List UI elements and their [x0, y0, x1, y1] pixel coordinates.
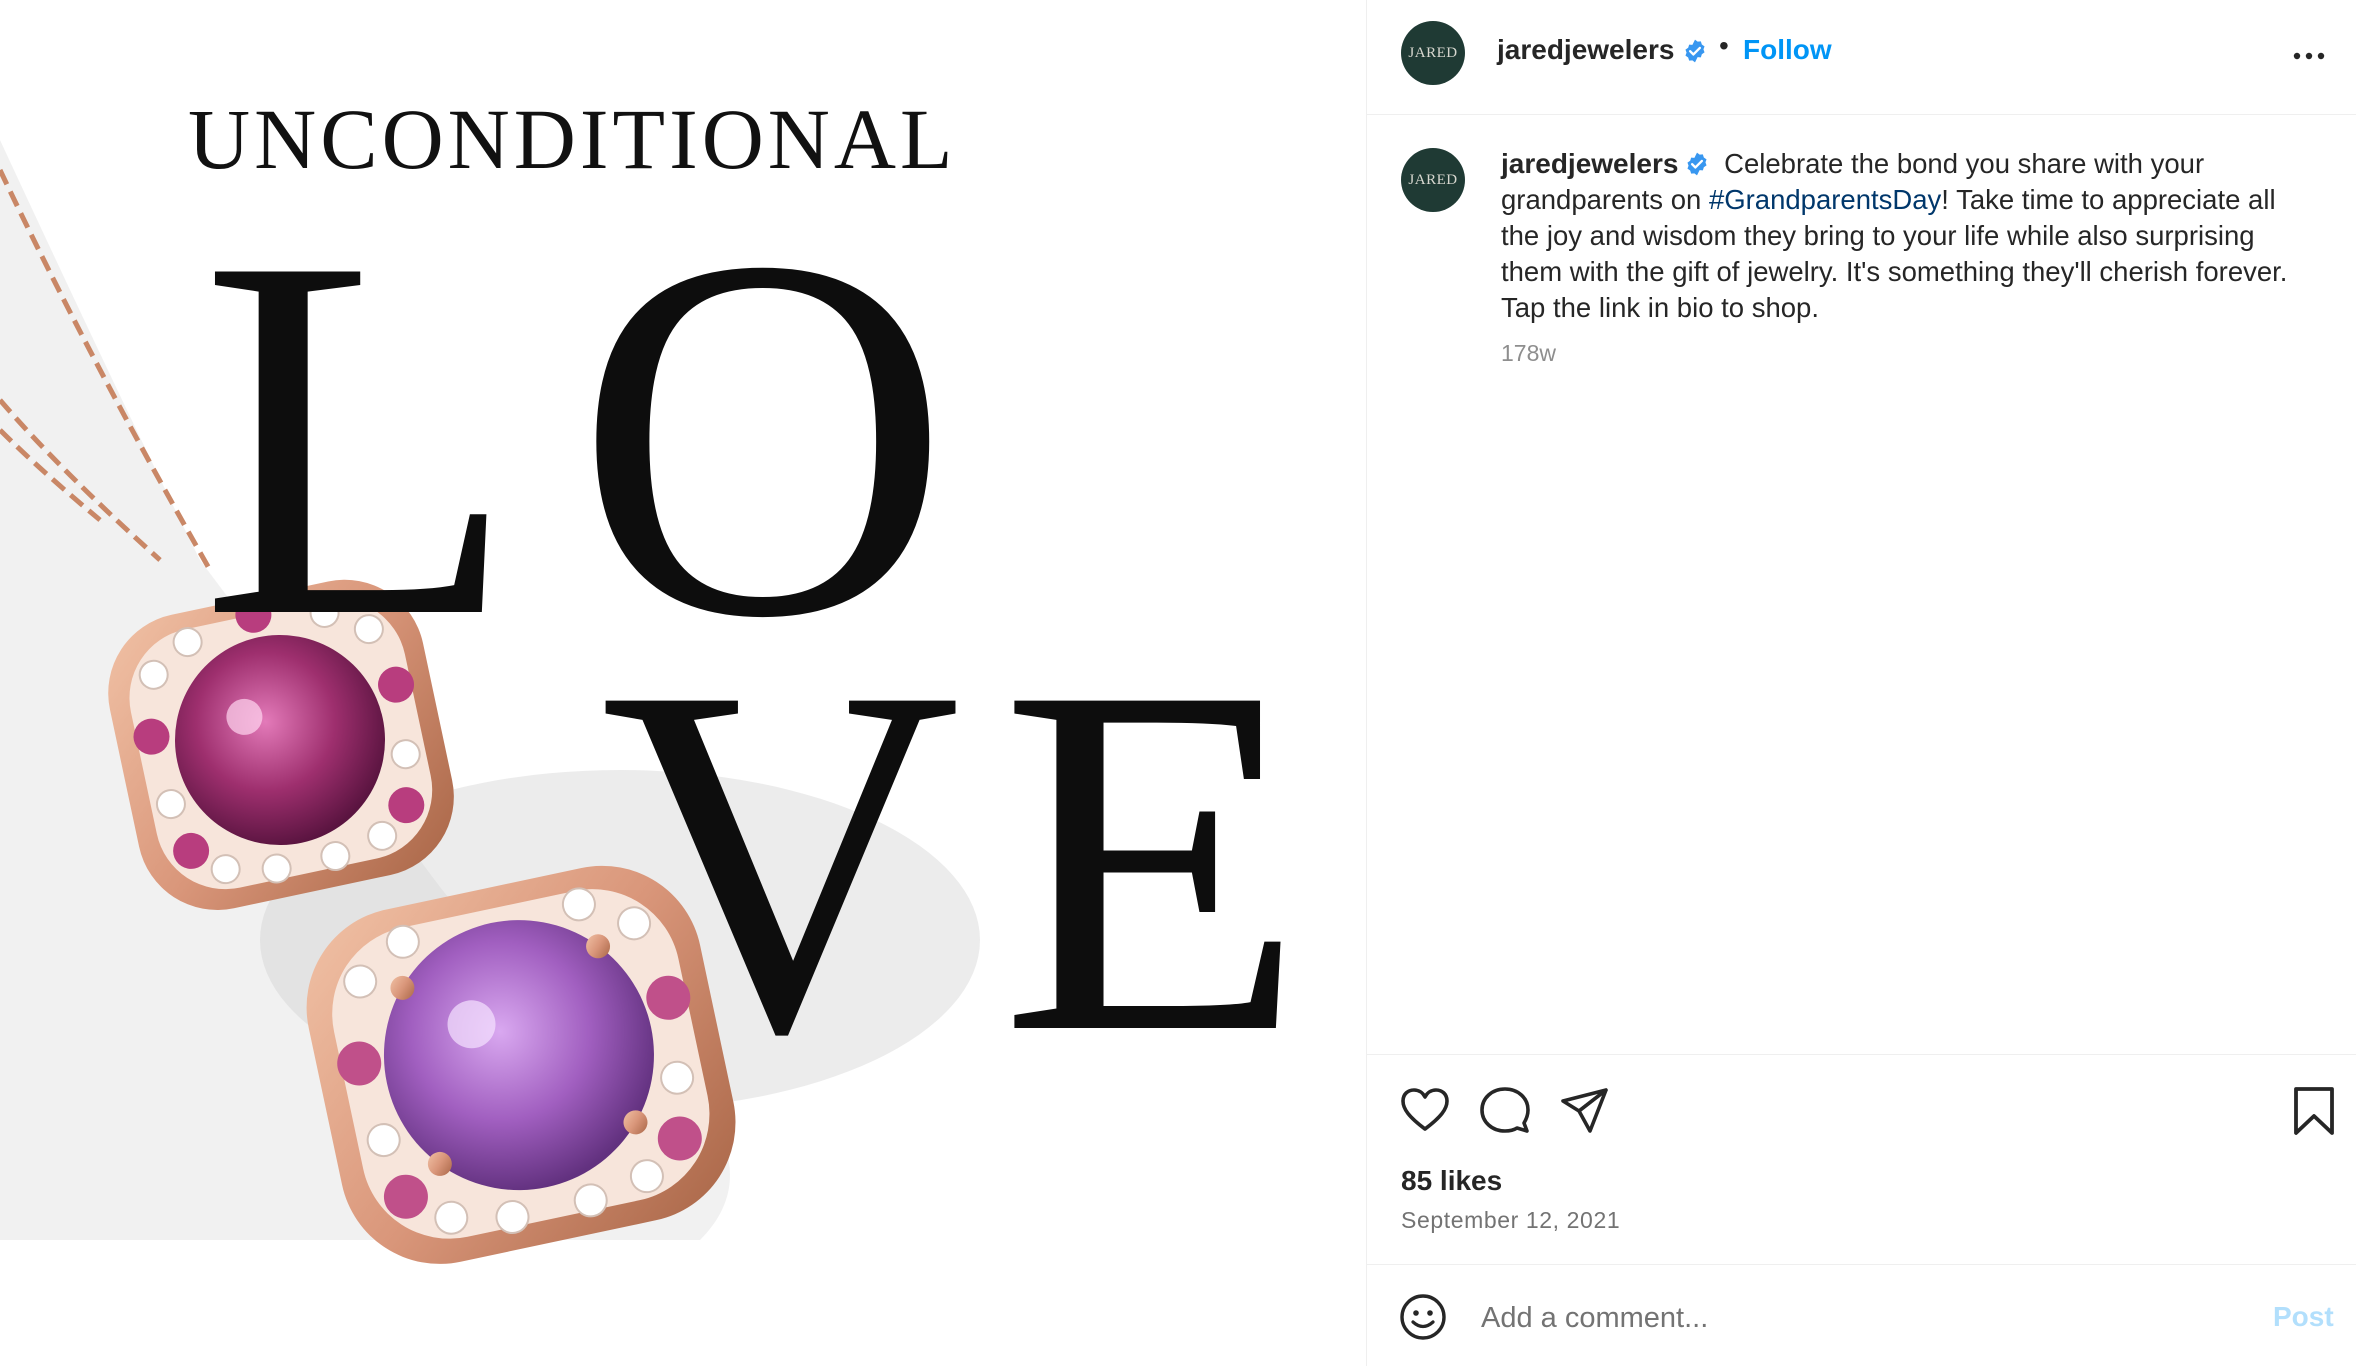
header-username[interactable]: jaredjewelers [1497, 34, 1674, 66]
more-horizontal-icon[interactable] [2291, 40, 2327, 72]
post-side-panel: JARED jaredjewelers • Follow JARED jared… [1366, 0, 2356, 1366]
verified-badge-icon [1685, 39, 1705, 63]
caption-text: jaredjewelers Celebrate the bond you sha… [1501, 146, 2321, 326]
separator-dot: • [1719, 30, 1729, 61]
heart-icon[interactable] [1399, 1085, 1451, 1137]
comment-input[interactable] [1479, 1293, 2203, 1343]
headline-letter-e: E [1000, 583, 1306, 1137]
caption-area: JARED jaredjewelers Celebrate the bond y… [1367, 114, 2356, 1054]
action-bar: 85 likes September 12, 2021 [1367, 1054, 2356, 1265]
headline-letter-l: L [200, 150, 518, 725]
caption-username[interactable]: jaredjewelers [1501, 148, 1678, 179]
hashtag-link[interactable]: #GrandparentsDay [1709, 184, 1941, 215]
post-header: JARED jaredjewelers • Follow [1367, 0, 2356, 115]
instagram-post: UNCONDITIONAL L O V E JARED jaredjeweler… [0, 0, 2356, 1366]
post-button[interactable]: Post [2273, 1301, 2334, 1333]
verified-badge-icon [1687, 152, 1707, 176]
headline-letter-v: V [600, 583, 962, 1137]
post-date[interactable]: September 12, 2021 [1401, 1207, 1620, 1234]
bookmark-icon[interactable] [2291, 1085, 2337, 1137]
comment-icon[interactable] [1479, 1085, 1531, 1137]
follow-button[interactable]: Follow [1743, 34, 1832, 66]
comment-bar: Post [1367, 1264, 2356, 1367]
emoji-icon[interactable] [1399, 1293, 1447, 1341]
caption-timestamp[interactable]: 178w [1501, 340, 1556, 367]
post-image[interactable]: UNCONDITIONAL L O V E [0, 0, 1365, 1366]
share-icon[interactable] [1559, 1085, 1611, 1137]
avatar[interactable]: JARED [1401, 21, 1465, 85]
likes-count[interactable]: 85 likes [1401, 1165, 1502, 1197]
caption-avatar[interactable]: JARED [1401, 148, 1465, 212]
